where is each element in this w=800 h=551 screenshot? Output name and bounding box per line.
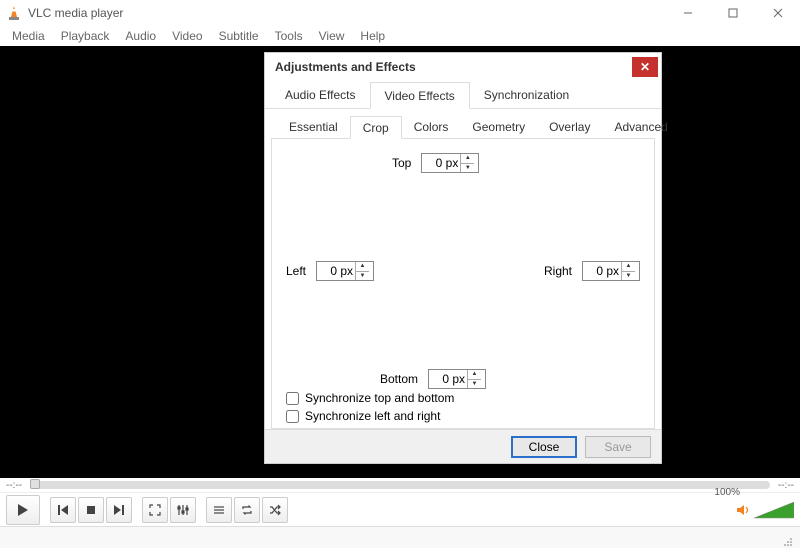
crop-top-input[interactable] xyxy=(422,156,460,170)
crop-left-up[interactable]: ▲ xyxy=(356,262,369,272)
sync-tb-label: Synchronize top and bottom xyxy=(305,391,454,405)
time-elapsed: --:-- xyxy=(6,480,22,491)
main-tabs: Audio Effects Video Effects Synchronizat… xyxy=(265,81,661,109)
crop-right-up[interactable]: ▲ xyxy=(622,262,635,272)
tab-video-effects[interactable]: Video Effects xyxy=(370,82,470,109)
resize-grip[interactable] xyxy=(780,534,794,548)
next-button[interactable] xyxy=(106,497,132,523)
loop-button[interactable] xyxy=(234,497,260,523)
crop-top-up[interactable]: ▲ xyxy=(461,154,474,164)
crop-left-down[interactable]: ▼ xyxy=(356,272,369,281)
crop-top-down[interactable]: ▼ xyxy=(461,164,474,173)
crop-left-spinner[interactable]: ▲▼ xyxy=(316,261,374,281)
seekbar[interactable]: --:-- --:-- xyxy=(0,478,800,492)
crop-bottom-spinner[interactable]: ▲▼ xyxy=(428,369,486,389)
crop-right-spinner[interactable]: ▲▼ xyxy=(582,261,640,281)
menu-video[interactable]: Video xyxy=(164,27,210,45)
seek-knob[interactable] xyxy=(30,479,40,489)
shuffle-button[interactable] xyxy=(262,497,288,523)
crop-bottom-label: Bottom xyxy=(380,372,418,386)
menu-subtitle[interactable]: Subtitle xyxy=(211,27,267,45)
status-bar xyxy=(0,526,800,548)
fullscreen-button[interactable] xyxy=(142,497,168,523)
sync-lr-label: Synchronize left and right xyxy=(305,409,440,423)
effects-dialog: Adjustments and Effects ✕ Audio Effects … xyxy=(264,52,662,464)
seek-track[interactable] xyxy=(30,481,770,489)
volume-percent: 100% xyxy=(714,487,740,498)
menu-media[interactable]: Media xyxy=(4,27,53,45)
speaker-icon xyxy=(736,503,750,517)
crop-right-input[interactable] xyxy=(583,264,621,278)
crop-left-label: Left xyxy=(286,264,306,278)
crop-bottom-up[interactable]: ▲ xyxy=(468,370,481,380)
minimize-button[interactable] xyxy=(665,0,710,26)
subtab-crop[interactable]: Crop xyxy=(350,116,402,139)
window-buttons xyxy=(665,0,800,26)
tab-synchronization[interactable]: Synchronization xyxy=(470,82,583,109)
close-dialog-button[interactable]: Close xyxy=(511,436,577,458)
maximize-button[interactable] xyxy=(710,0,755,26)
crop-right-down[interactable]: ▼ xyxy=(622,272,635,281)
crop-bottom-down[interactable]: ▼ xyxy=(468,380,481,389)
subtab-overlay[interactable]: Overlay xyxy=(537,116,602,139)
subtab-colors[interactable]: Colors xyxy=(402,116,461,139)
sync-lr-input[interactable] xyxy=(286,410,299,423)
crop-top-label: Top xyxy=(392,156,411,170)
app-title: VLC media player xyxy=(28,6,665,20)
volume-control[interactable] xyxy=(736,501,794,519)
crop-pane: Top ▲▼ Left ▲▼ Right ▲▼ xyxy=(271,139,655,429)
sync-tb-input[interactable] xyxy=(286,392,299,405)
sync-top-bottom-checkbox[interactable]: Synchronize top and bottom xyxy=(286,391,454,405)
save-dialog-button[interactable]: Save xyxy=(585,436,651,458)
menubar: Media Playback Audio Video Subtitle Tool… xyxy=(0,26,800,46)
crop-bottom-input[interactable] xyxy=(429,372,467,386)
playlist-button[interactable] xyxy=(206,497,232,523)
volume-slider[interactable] xyxy=(754,501,794,519)
menu-audio[interactable]: Audio xyxy=(117,27,164,45)
sync-left-right-checkbox[interactable]: Synchronize left and right xyxy=(286,409,454,423)
sub-tabs: Essential Crop Colors Geometry Overlay A… xyxy=(271,109,655,139)
controls: 100% xyxy=(0,492,800,526)
app-icon xyxy=(6,5,22,21)
menu-tools[interactable]: Tools xyxy=(267,27,311,45)
subtab-advanced[interactable]: Advanced xyxy=(602,116,679,139)
video-area: Adjustments and Effects ✕ Audio Effects … xyxy=(0,46,800,478)
subtab-geometry[interactable]: Geometry xyxy=(460,116,537,139)
crop-right-label: Right xyxy=(544,264,572,278)
subtab-essential[interactable]: Essential xyxy=(277,116,350,139)
play-button[interactable] xyxy=(6,495,40,525)
dialog-close-button[interactable]: ✕ xyxy=(632,57,658,77)
titlebar: VLC media player xyxy=(0,0,800,26)
menu-view[interactable]: View xyxy=(311,27,353,45)
stop-button[interactable] xyxy=(78,497,104,523)
close-button[interactable] xyxy=(755,0,800,26)
tab-audio-effects[interactable]: Audio Effects xyxy=(271,82,370,109)
dialog-title: Adjustments and Effects xyxy=(275,60,416,74)
crop-left-input[interactable] xyxy=(317,264,355,278)
crop-top-spinner[interactable]: ▲▼ xyxy=(421,153,479,173)
menu-help[interactable]: Help xyxy=(352,27,393,45)
ext-settings-button[interactable] xyxy=(170,497,196,523)
prev-button[interactable] xyxy=(50,497,76,523)
time-total: --:-- xyxy=(778,480,794,491)
dialog-titlebar[interactable]: Adjustments and Effects ✕ xyxy=(265,53,661,81)
menu-playback[interactable]: Playback xyxy=(53,27,118,45)
dialog-button-row: Close Save xyxy=(265,429,661,463)
